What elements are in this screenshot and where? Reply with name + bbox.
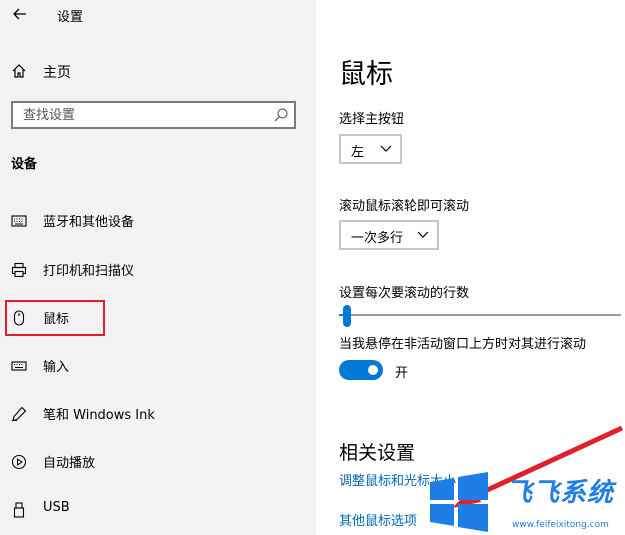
sidebar: 设置 主页 设备 蓝牙和其他设备 打印机和扫描仪 bbox=[0, 0, 316, 535]
toggle-knob bbox=[368, 365, 378, 375]
sidebar-item-label: 输入 bbox=[43, 360, 70, 375]
search-box[interactable] bbox=[11, 101, 296, 129]
sidebar-item-bluetooth[interactable]: 蓝牙和其他设备 bbox=[0, 203, 316, 239]
autoplay-icon bbox=[11, 454, 27, 470]
sidebar-item-printers[interactable]: 打印机和扫描仪 bbox=[0, 252, 316, 288]
main-content: 鼠标 选择主按钮 左 滚动鼠标滚轮即可滚动 一次多行 设置每次要滚动的行数 当我… bbox=[316, 0, 625, 535]
sidebar-item-mouse[interactable]: 鼠标 bbox=[0, 300, 316, 336]
inactive-scroll-toggle[interactable] bbox=[339, 360, 383, 380]
related-settings-title: 相关设置 bbox=[339, 442, 416, 464]
sidebar-item-label: 蓝牙和其他设备 bbox=[43, 215, 135, 230]
sidebar-item-label: 鼠标 bbox=[43, 312, 70, 327]
sidebar-item-usb[interactable]: USB bbox=[0, 492, 316, 528]
adjust-mouse-cursor-size-link[interactable]: 调整鼠标和光标大小 bbox=[339, 470, 456, 489]
page-title: 鼠标 bbox=[339, 59, 393, 90]
sidebar-item-label: USB bbox=[43, 500, 70, 515]
dropdown-value: 一次多行 bbox=[351, 231, 404, 246]
printer-icon bbox=[11, 262, 27, 278]
chevron-down-icon bbox=[417, 231, 429, 238]
back-button[interactable] bbox=[10, 4, 30, 24]
back-arrow-icon bbox=[13, 8, 26, 20]
sidebar-item-label: 笔和 Windows Ink bbox=[43, 408, 155, 423]
sidebar-item-home[interactable]: 主页 bbox=[0, 56, 316, 86]
sidebar-item-autoplay[interactable]: 自动播放 bbox=[0, 444, 316, 480]
pen-icon bbox=[11, 406, 27, 422]
section-title: 设备 bbox=[11, 157, 38, 172]
chevron-down-icon bbox=[380, 145, 392, 152]
primary-button-label: 选择主按钮 bbox=[339, 112, 405, 127]
app-title: 设置 bbox=[57, 10, 84, 25]
sidebar-item-pen[interactable]: 笔和 Windows Ink bbox=[0, 396, 316, 432]
toggle-state-label: 开 bbox=[395, 366, 409, 381]
inactive-scroll-label: 当我悬停在非活动窗口上方时对其进行滚动 bbox=[339, 337, 587, 352]
search-icon[interactable] bbox=[273, 107, 289, 123]
lines-to-scroll-label: 设置每次要滚动的行数 bbox=[339, 286, 470, 301]
mouse-icon bbox=[13, 310, 25, 326]
sidebar-item-label: 主页 bbox=[43, 65, 71, 81]
dropdown-value: 左 bbox=[351, 145, 365, 160]
usb-icon bbox=[13, 502, 25, 518]
wheel-scroll-dropdown[interactable]: 一次多行 bbox=[339, 220, 439, 250]
keyboard-icon bbox=[11, 361, 27, 371]
lines-to-scroll-slider[interactable] bbox=[339, 305, 621, 327]
slider-track bbox=[339, 314, 621, 316]
wheel-scroll-label: 滚动鼠标滚轮即可滚动 bbox=[339, 199, 470, 214]
keyboard-icon bbox=[11, 215, 27, 227]
sidebar-item-label: 自动播放 bbox=[43, 456, 96, 471]
slider-thumb[interactable] bbox=[343, 305, 351, 327]
home-icon bbox=[12, 64, 26, 78]
sidebar-item-typing[interactable]: 输入 bbox=[0, 348, 316, 384]
sidebar-item-label: 打印机和扫描仪 bbox=[43, 264, 135, 279]
primary-button-dropdown[interactable]: 左 bbox=[339, 134, 402, 164]
search-input[interactable] bbox=[13, 103, 273, 127]
additional-mouse-options-link[interactable]: 其他鼠标选项 bbox=[339, 510, 417, 529]
